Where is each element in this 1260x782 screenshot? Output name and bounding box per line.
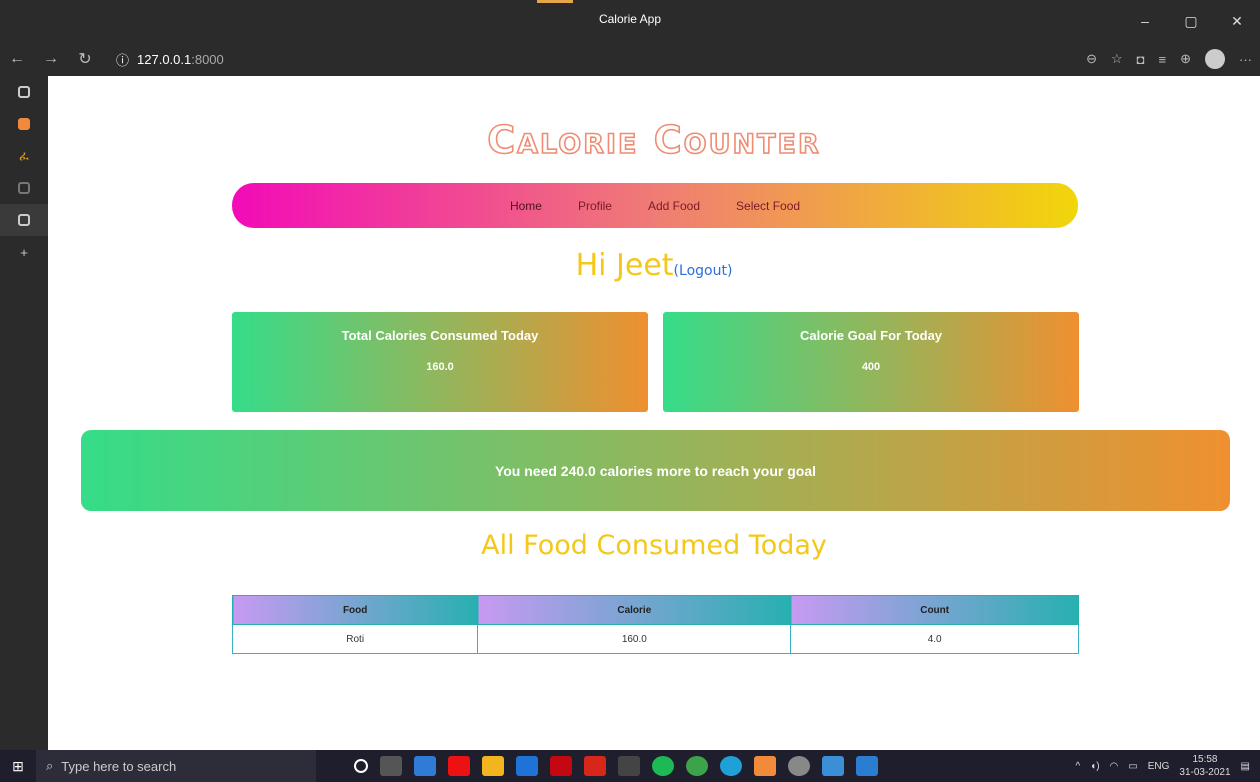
address-bar: ← → ↻ ⓘ 127.0.0.1:8000 ⊖ ☆ ◘ ≡ ⊕ ··· — [0, 42, 1260, 76]
file-explorer-icon[interactable] — [482, 756, 504, 776]
page-viewport: Calorie Counter Home Profile Add Food Se… — [48, 76, 1260, 750]
mail-icon[interactable] — [516, 756, 538, 776]
profile-avatar[interactable] — [1205, 49, 1225, 69]
photos-icon[interactable] — [822, 756, 844, 776]
vertical-tabs-sidebar: ፈ + — [0, 76, 48, 750]
app-icon — [18, 118, 30, 130]
window-title: Calorie App — [598, 12, 662, 26]
remaining-banner: You need 240.0 calories more to reach yo… — [81, 430, 1230, 511]
search-placeholder: Type here to search — [61, 758, 177, 774]
section-title: All Food Consumed Today — [481, 530, 827, 561]
clock-time: 15:58 — [1192, 754, 1218, 765]
url-field[interactable]: ⓘ 127.0.0.1:8000 — [116, 50, 224, 69]
spotify-icon[interactable] — [652, 756, 674, 776]
nav-select-food[interactable]: Select Food — [736, 199, 800, 213]
task-view-icon[interactable] — [380, 756, 402, 776]
tab-indicator — [537, 0, 573, 3]
plus-icon: + — [20, 244, 28, 260]
zoom-icon[interactable]: ⊖ — [1086, 51, 1097, 67]
wifi-icon[interactable]: ◠ — [1110, 761, 1119, 772]
cell-count: 4.0 — [790, 624, 1079, 654]
epic-games-icon[interactable] — [618, 756, 640, 776]
table-row: Roti 160.0 4.0 — [231, 624, 1079, 654]
calendar-icon — [18, 182, 30, 194]
column-header-food: Food — [231, 595, 479, 625]
taskbar-search[interactable]: ⌕ Type here to search — [36, 750, 316, 782]
speaker-icon[interactable]: ◖) — [1090, 761, 1099, 772]
xampp-icon[interactable] — [754, 756, 776, 776]
app-brand-title: Calorie Counter — [486, 117, 821, 163]
info-icon[interactable]: ⓘ — [116, 50, 129, 69]
chrome-icon[interactable] — [686, 756, 708, 776]
url-host: 127.0.0.1 — [137, 51, 192, 67]
page-icon — [18, 214, 30, 226]
card-value: 400 — [861, 361, 881, 373]
notification-icon[interactable]: ▤ — [1241, 761, 1250, 772]
logout-link[interactable]: (Logout) — [674, 263, 733, 279]
nav-profile[interactable]: Profile — [578, 199, 612, 213]
nav-add-food[interactable]: Add Food — [648, 199, 700, 213]
cell-food: Roti — [231, 624, 479, 654]
refresh-icon[interactable]: ↻ — [68, 49, 102, 69]
minimize-button[interactable]: – — [1122, 0, 1168, 42]
sidebar-tab-2[interactable] — [0, 108, 48, 140]
card-title: Calorie Goal For Today — [799, 328, 943, 343]
system-tray: ^ ◖) ◠ ▭ ENG 15:58 31-03-2021 ▤ — [1075, 750, 1260, 782]
card-value: 160.0 — [426, 361, 454, 373]
nav-home[interactable]: Home — [510, 199, 542, 213]
browser-titlebar: Calorie App – ▢ ✕ — [0, 0, 1260, 42]
greeting-text: Hi Jeet — [575, 248, 674, 283]
column-header-count: Count — [790, 595, 1079, 625]
column-header-calorie: Calorie — [477, 595, 792, 625]
sidebar-tab-active[interactable] — [0, 204, 48, 236]
acrobat-icon[interactable] — [584, 756, 606, 776]
youtube-icon[interactable] — [448, 756, 470, 776]
cell-calorie: 160.0 — [477, 624, 792, 654]
netflix-icon[interactable] — [550, 756, 572, 776]
consumed-card: Total Calories Consumed Today 160.0 — [232, 312, 648, 412]
card-title: Total Calories Consumed Today — [341, 328, 539, 343]
collections-icon[interactable]: ⊕ — [1180, 51, 1191, 67]
search-icon: ⌕ — [46, 758, 54, 773]
close-button[interactable]: ✕ — [1214, 0, 1260, 42]
forward-icon[interactable]: → — [34, 50, 68, 68]
greeting: Hi Jeet(Logout) — [48, 248, 1260, 283]
windows-start-icon[interactable]: ⊞ — [0, 758, 36, 775]
sidebar-tab-3[interactable]: ፈ — [0, 140, 48, 172]
main-navbar: Home Profile Add Food Select Food — [232, 183, 1078, 228]
language-indicator[interactable]: ENG — [1148, 761, 1170, 772]
sheep-icon: ፈ — [19, 148, 29, 163]
battery-icon[interactable]: ▭ — [1128, 761, 1137, 772]
url-port: :8000 — [191, 51, 224, 67]
cortana-icon[interactable] — [354, 759, 368, 773]
new-tab-button[interactable]: + — [0, 236, 48, 268]
extension-icon[interactable]: ◘ — [1137, 52, 1145, 67]
windows-taskbar: ⊞ ⌕ Type here to search ^ ◖) ◠ ▭ ENG 15:… — [0, 750, 1260, 782]
settings-icon[interactable] — [788, 756, 810, 776]
edge-icon[interactable] — [720, 756, 742, 776]
clock-date: 31-03-2021 — [1179, 767, 1231, 778]
maximize-button[interactable]: ▢ — [1168, 0, 1214, 42]
food-table: Food Calorie Count Roti 160.0 4.0 — [231, 595, 1079, 654]
back-icon[interactable]: ← — [0, 50, 34, 68]
favorite-icon[interactable]: ☆ — [1111, 51, 1123, 67]
tab-square-icon — [18, 86, 30, 98]
sidebar-tab-1[interactable] — [0, 76, 48, 108]
app-icon[interactable] — [414, 756, 436, 776]
vscode-icon[interactable] — [856, 756, 878, 776]
goal-card: Calorie Goal For Today 400 — [663, 312, 1079, 412]
clock[interactable]: 15:58 31-03-2021 — [1179, 753, 1230, 779]
more-icon[interactable]: ··· — [1239, 52, 1252, 67]
chevron-up-icon[interactable]: ^ — [1075, 761, 1080, 772]
favorites-bar-icon[interactable]: ≡ — [1159, 52, 1167, 67]
sidebar-tab-4[interactable] — [0, 172, 48, 204]
